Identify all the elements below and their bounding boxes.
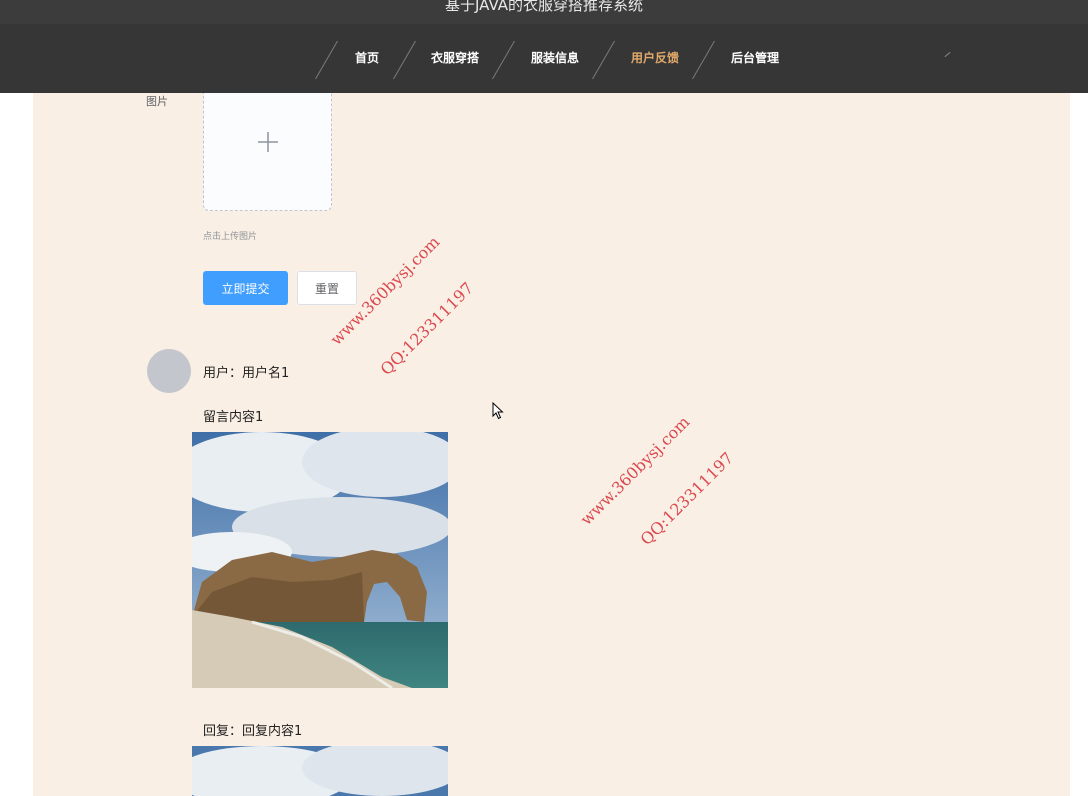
main-nav: 首页 衣服穿搭 服装信息 用户反馈 后台管理 <box>0 24 1088 93</box>
upload-tip: 点击上传图片 <box>203 232 258 242</box>
feedback-message: 留言内容1 <box>203 410 264 425</box>
content-area <box>33 93 1070 796</box>
plus-icon <box>257 131 279 158</box>
nav-item-admin[interactable]: 后台管理 <box>731 24 779 93</box>
mouse-cursor-icon <box>492 401 504 424</box>
nav-item-clothing-info[interactable]: 服装信息 <box>531 24 579 93</box>
avatar <box>147 349 191 393</box>
image-upload-box[interactable] <box>203 93 332 211</box>
feedback-username: 用户：用户名1 <box>203 366 290 381</box>
nav-divider <box>315 40 338 80</box>
feedback-reply: 回复：回复内容1 <box>203 724 303 739</box>
nav-item-outfits[interactable]: 衣服穿搭 <box>431 24 479 93</box>
nav-item-home[interactable]: 首页 <box>355 24 379 93</box>
reply-image <box>192 746 448 796</box>
nav-divider <box>492 40 515 80</box>
nav-item-feedback[interactable]: 用户反馈 <box>631 24 679 93</box>
submit-button[interactable]: 立即提交 <box>203 271 288 305</box>
feedback-image <box>192 432 448 688</box>
nav-divider <box>692 40 715 80</box>
nav-divider <box>393 40 416 80</box>
reset-button[interactable]: 重置 <box>297 271 357 305</box>
image-field-label: 图片 <box>146 95 168 108</box>
site-title: 基于JAVA的衣服穿搭推荐系统 <box>444 0 644 14</box>
nav-divider <box>592 40 615 80</box>
top-header: 基于JAVA的衣服穿搭推荐系统 首页 衣服穿搭 服装信息 用户反馈 后台管理 <box>0 0 1088 93</box>
